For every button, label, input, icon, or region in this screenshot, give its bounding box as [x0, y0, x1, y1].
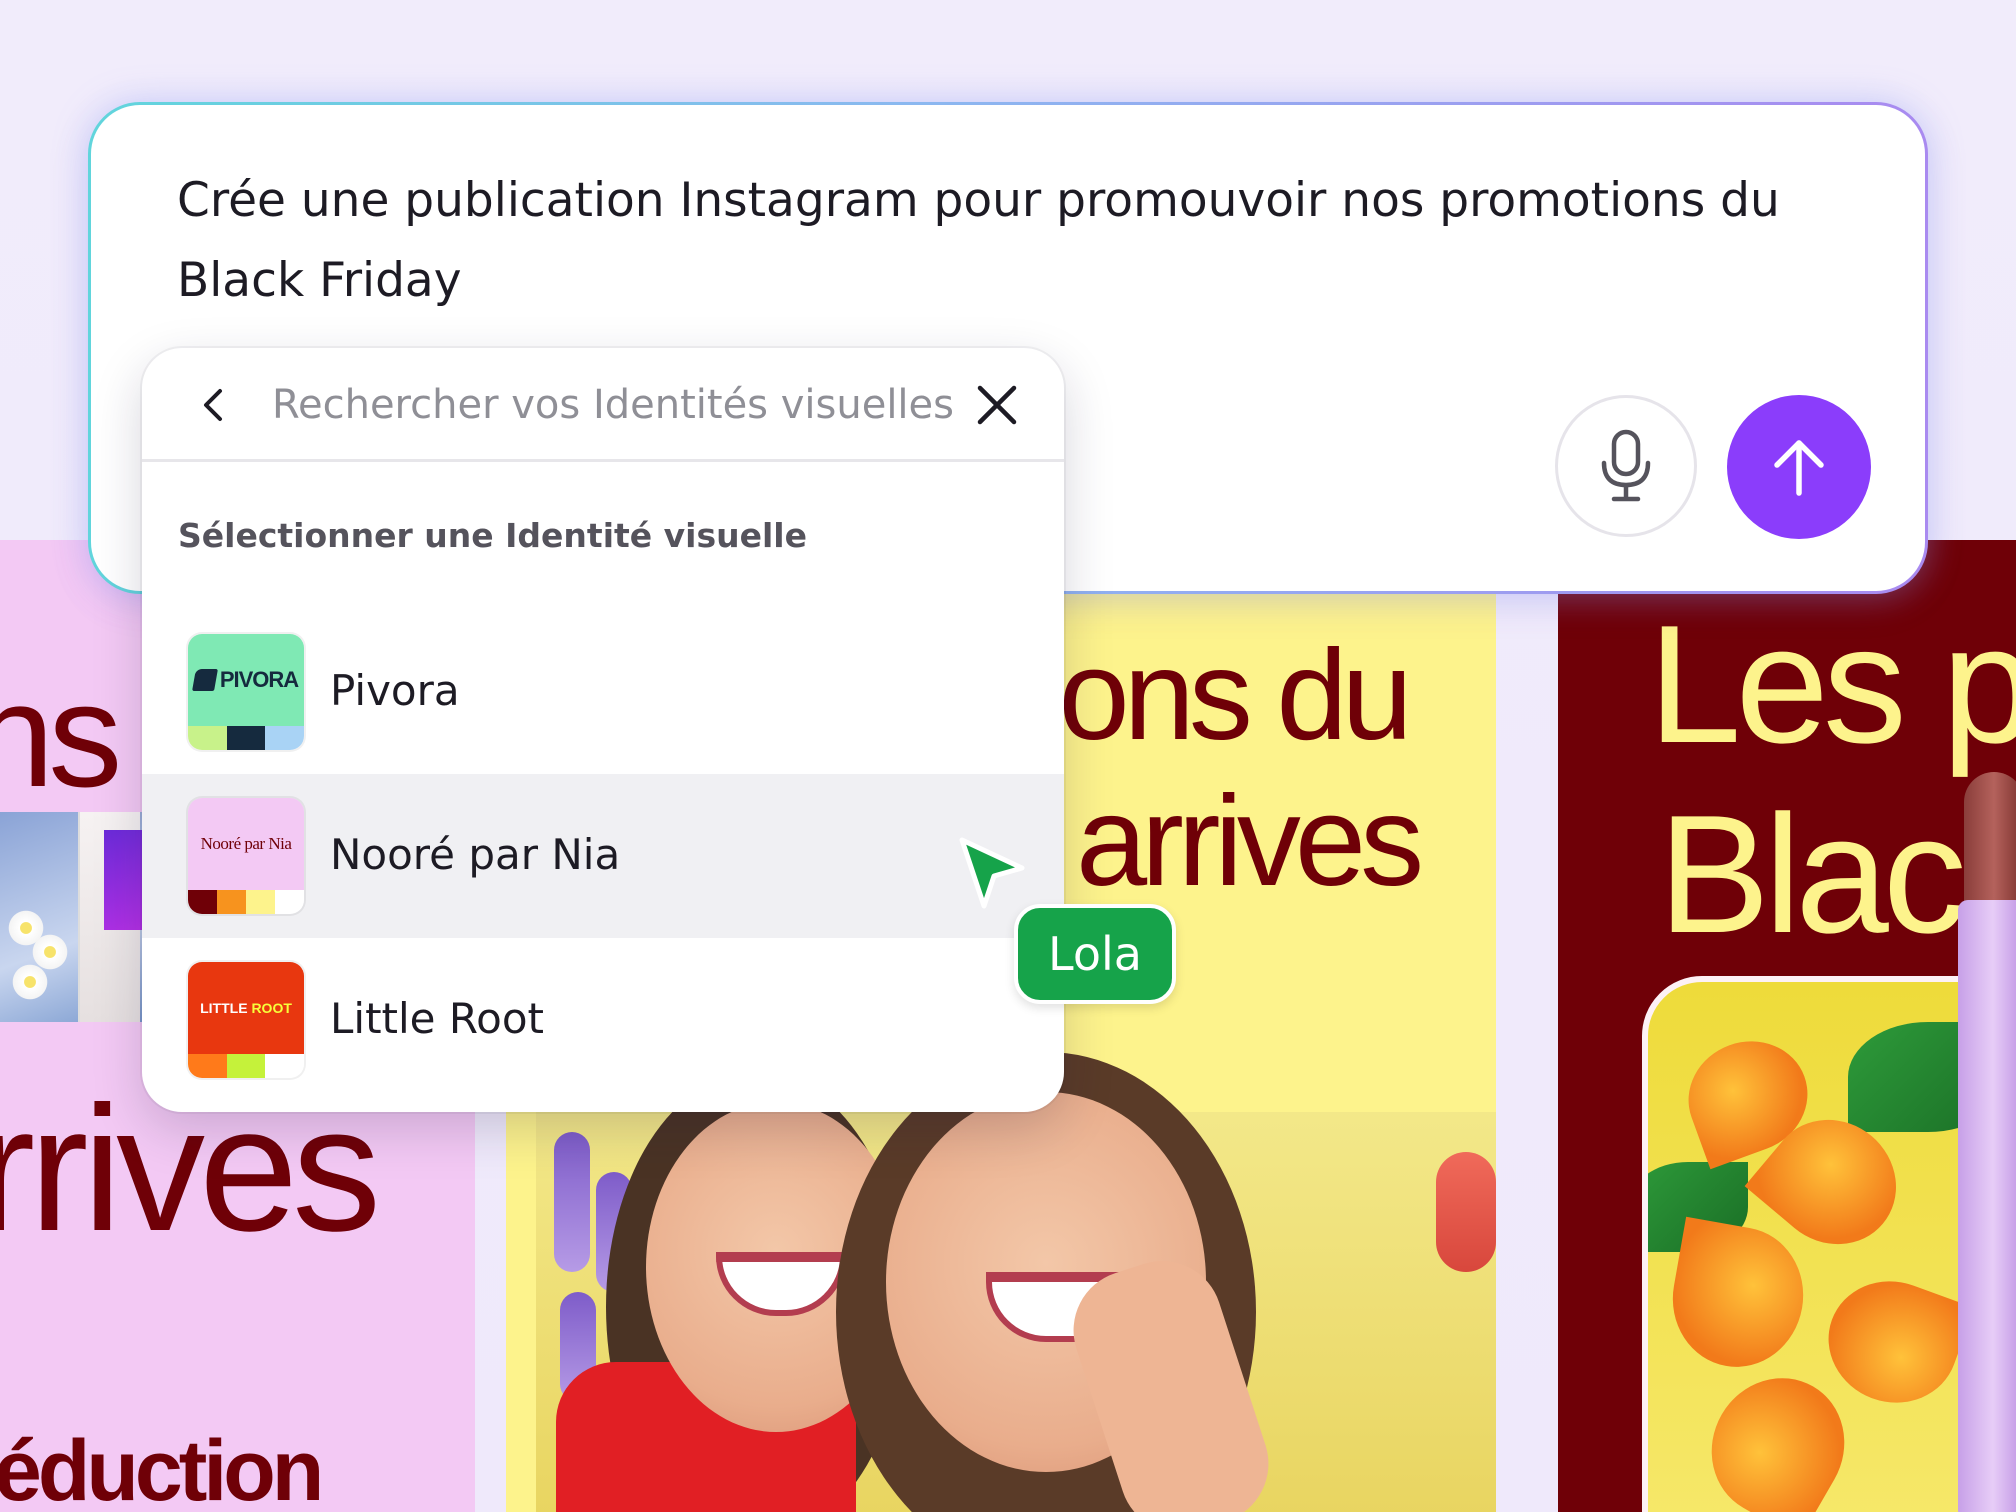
voice-input-button[interactable] — [1555, 395, 1697, 537]
back-button[interactable] — [186, 378, 240, 432]
microphone-icon — [1601, 429, 1651, 502]
collaborator-cursor-icon — [959, 837, 1025, 909]
brand-kit-search-bar — [142, 348, 1064, 462]
brand-kit-option-pivora[interactable]: PIVORA Pivora — [142, 610, 1064, 774]
send-button[interactable] — [1727, 395, 1871, 539]
brand-kit-picker: Sélectionner une Identité visuelle PIVOR… — [142, 348, 1064, 1112]
card-headline: arrives — [1076, 770, 1424, 913]
brand-kit-search-input[interactable] — [272, 374, 952, 436]
brand-kit-name: Nooré par Nia — [330, 830, 621, 879]
clear-search-button[interactable] — [968, 376, 1026, 434]
chevron-left-icon — [204, 389, 222, 421]
brand-kit-thumbnail: LITTLE ROOT — [188, 962, 304, 1078]
close-icon — [977, 385, 1017, 425]
brand-kit-option-little-root[interactable]: LITTLE ROOT Little Root — [142, 938, 1064, 1102]
little-root-logo: LITTLE ROOT — [200, 1000, 292, 1016]
card-subline: éduction — [0, 1423, 324, 1512]
lipstick-bullet — [1964, 772, 2016, 912]
design-card-right: Les p Black — [1558, 540, 2016, 1512]
noore-logo: Nooré par Nia — [200, 834, 292, 853]
arrow-up-icon — [1774, 440, 1824, 496]
brand-kit-name: Pivora — [330, 666, 460, 715]
brand-kit-section-heading: Sélectionner une Identité visuelle — [178, 516, 807, 555]
friends-photo — [536, 1052, 1496, 1512]
card-headline: ions du — [1036, 624, 1413, 767]
pivora-logo: PIVORA — [191, 667, 299, 693]
brand-kit-thumbnail: Nooré par Nia — [188, 798, 304, 914]
card-headline: Les p — [1648, 590, 2016, 778]
brand-kit-option-noore-par-nia[interactable]: Nooré par Nia Nooré par Nia — [142, 774, 1064, 938]
prompt-input[interactable]: Crée une publication Instagram pour prom… — [177, 161, 1857, 321]
collaborator-name-tag: Lola — [1014, 904, 1176, 1004]
lipstick-tube — [1958, 900, 2016, 1512]
brand-kit-thumbnail: PIVORA — [188, 634, 304, 750]
brand-kit-name: Little Root — [330, 994, 545, 1043]
